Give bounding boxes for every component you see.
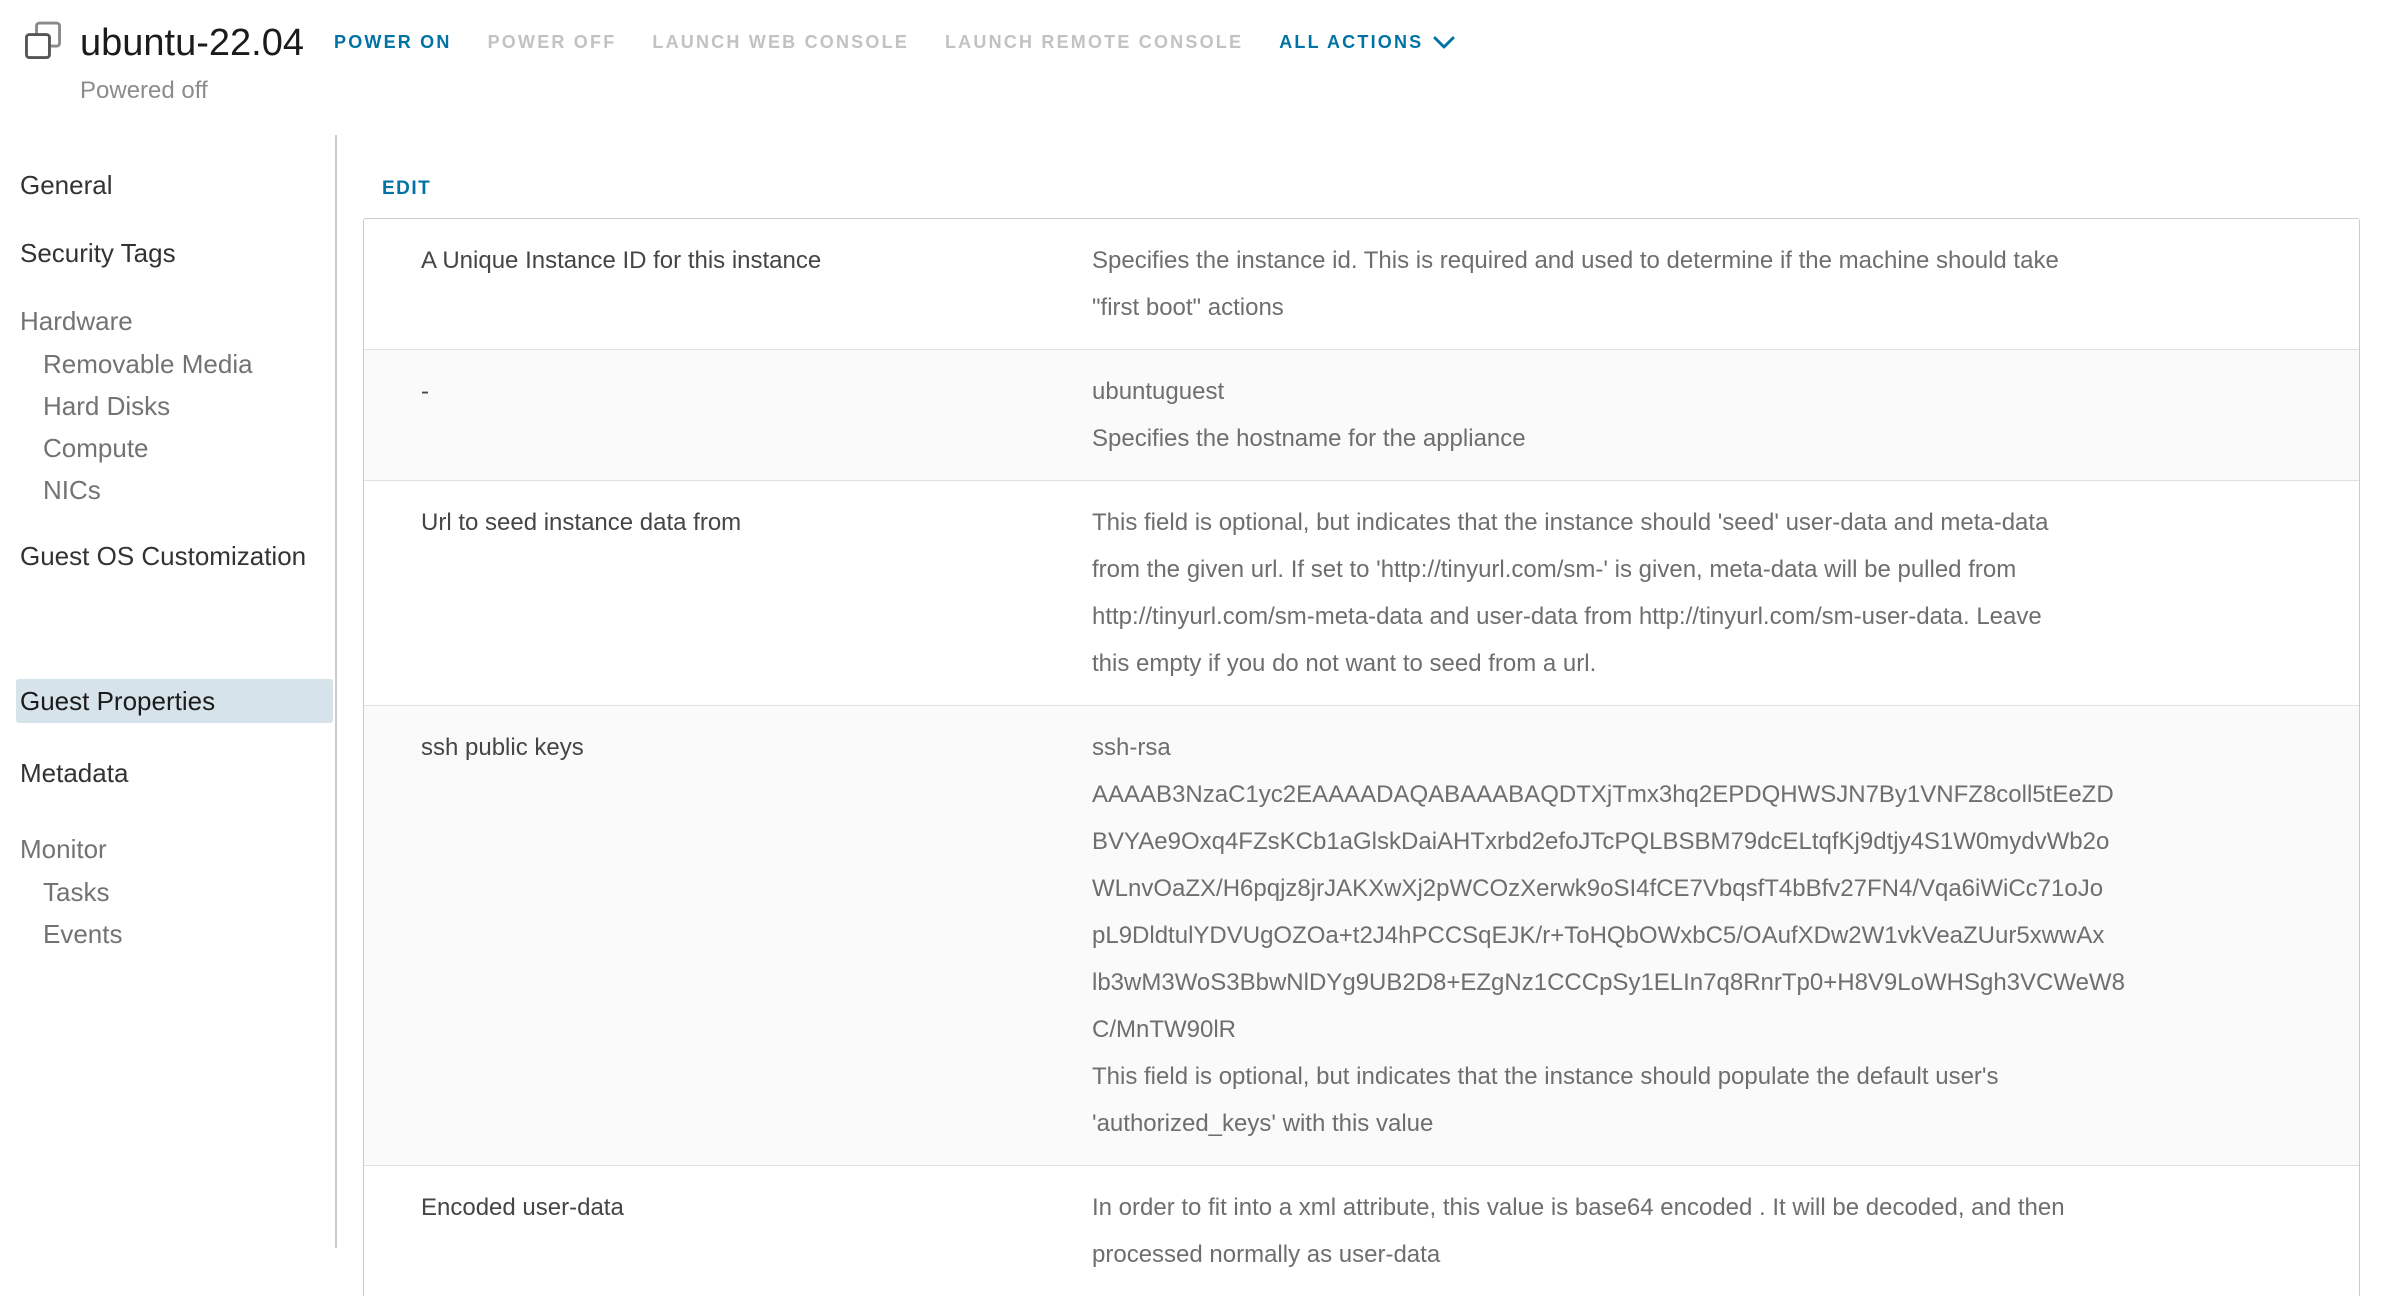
sidebar-item-removable-media[interactable]: Removable Media xyxy=(16,343,335,385)
property-value: Specifies the instance id. This is requi… xyxy=(1092,219,2359,349)
property-value-line: Specifies the instance id. This is requi… xyxy=(1092,237,2319,284)
sidebar-item-hard-disks[interactable]: Hard Disks xyxy=(16,385,335,427)
sidebar: General Security Tags HardwareRemovable Me… xyxy=(0,135,337,1248)
page-title: ubuntu-22.04 xyxy=(80,22,304,65)
table-row: A Unique Instance ID for this instanceSp… xyxy=(364,219,2359,350)
property-label: ssh public keys xyxy=(364,706,1092,1165)
all-actions-label: ALL ACTIONS xyxy=(1279,32,1423,53)
sidebar-item-tasks[interactable]: Tasks xyxy=(16,871,335,913)
property-value-line: this empty if you do not want to seed fr… xyxy=(1092,640,2319,687)
property-value: In order to fit into a xml attribute, th… xyxy=(1092,1166,2359,1296)
sidebar-item-general[interactable]: General xyxy=(16,163,320,207)
property-value: ssh-rsaAAAAB3NzaC1yc2EAAAADAQABAAABAQDTX… xyxy=(1092,706,2359,1165)
toolbar-button-launch-web-console: LAUNCH WEB CONSOLE xyxy=(652,32,909,53)
guest-properties-table: A Unique Instance ID for this instanceSp… xyxy=(363,218,2360,1296)
main-panel: EDIT A Unique Instance ID for this insta… xyxy=(337,100,2398,1248)
property-value-line: ssh-rsa xyxy=(1092,724,2319,771)
table-row: Url to seed instance data fromThis field… xyxy=(364,481,2359,706)
toolbar-button-power-off: POWER OFF xyxy=(488,32,617,53)
table-row: Encoded user-dataIn order to fit into a … xyxy=(364,1166,2359,1296)
sidebar-item-hardware: Hardware xyxy=(16,299,320,343)
property-value-line: "first boot" actions xyxy=(1092,284,2319,331)
property-value-line: processed normally as user-data xyxy=(1092,1231,2319,1278)
property-label: Encoded user-data xyxy=(364,1166,1092,1296)
property-value-line: This field is optional, but indicates th… xyxy=(1092,499,2319,546)
toolbar-button-power-on[interactable]: POWER ON xyxy=(334,32,452,53)
property-value-line: from the given url. If set to 'http://ti… xyxy=(1092,546,2319,593)
property-value-line: pL9DldtulYDVUgOZOa+t2J4hPCCSqEJK/r+ToHQb… xyxy=(1092,912,2319,959)
property-value-line: lb3wM3WoS3BbwNlDYg9UB2D8+EZgNz1CCCpSy1EL… xyxy=(1092,959,2319,1006)
property-value-line: http://tinyurl.com/sm-meta-data and user… xyxy=(1092,593,2319,640)
sidebar-item-metadata[interactable]: Metadata xyxy=(16,751,320,795)
property-value-line: Specifies the hostname for the appliance xyxy=(1092,415,2319,462)
sidebar-item-monitor: Monitor xyxy=(16,827,320,871)
property-value-line: BVYAe9Oxq4FZsKCb1aGlskDaiAHTxrbd2efoJTcP… xyxy=(1092,818,2319,865)
property-value-line: AAAAB3NzaC1yc2EAAAADAQABAAABAQDTXjTmx3hq… xyxy=(1092,771,2319,818)
property-value-line: WLnvOaZX/H6pqjz8jrJAKXwXj2pWCOzXerwk9oSI… xyxy=(1092,865,2319,912)
property-value-line: C/MnTW90lR xyxy=(1092,1006,2319,1053)
property-value-line: ubuntuguest xyxy=(1092,368,2319,415)
sidebar-item-nics[interactable]: NICs xyxy=(16,469,335,511)
table-row: -ubuntuguestSpecifies the hostname for t… xyxy=(364,350,2359,481)
sidebar-item-guest-os-customization[interactable]: Guest OS Customization xyxy=(16,535,320,577)
property-value-line: This field is optional, but indicates th… xyxy=(1092,1053,2319,1100)
property-label: Url to seed instance data from xyxy=(364,481,1092,705)
toolbar-button-launch-remote-console: LAUNCH REMOTE CONSOLE xyxy=(945,32,1243,53)
all-actions-button[interactable]: ALL ACTIONS xyxy=(1279,32,1455,53)
sidebar-item-compute[interactable]: Compute xyxy=(16,427,335,469)
table-row: ssh public keysssh-rsaAAAAB3NzaC1yc2EAAA… xyxy=(364,706,2359,1166)
property-value-line: 'authorized_keys' with this value xyxy=(1092,1100,2319,1147)
property-value: ubuntuguestSpecifies the hostname for th… xyxy=(1092,350,2359,480)
property-value: This field is optional, but indicates th… xyxy=(1092,481,2359,705)
sidebar-item-guest-properties[interactable]: Guest Properties xyxy=(16,679,333,723)
property-label: - xyxy=(364,350,1092,480)
sidebar-item-events[interactable]: Events xyxy=(16,913,335,955)
chevron-down-icon xyxy=(1433,36,1455,50)
action-toolbar: POWER ON POWER OFF LAUNCH WEB CONSOLE LAUNC… xyxy=(334,32,1455,53)
property-label: A Unique Instance ID for this instance xyxy=(364,219,1092,349)
vm-icon xyxy=(20,18,66,69)
vm-header: ubuntu-22.04 Powered off POWER ONPOWER O… xyxy=(0,0,2398,100)
property-value-line: In order to fit into a xml attribute, th… xyxy=(1092,1184,2319,1231)
edit-button[interactable]: EDIT xyxy=(382,178,431,200)
sidebar-item-security-tags[interactable]: Security Tags xyxy=(16,231,320,275)
power-status: Powered off xyxy=(80,77,304,105)
